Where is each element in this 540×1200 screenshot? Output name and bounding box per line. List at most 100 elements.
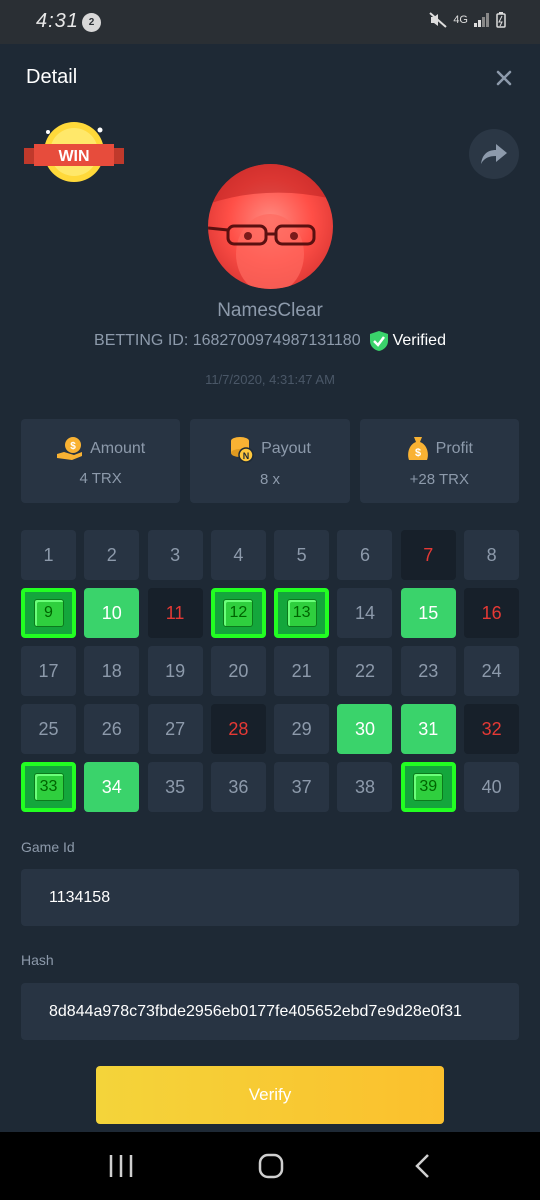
coin-stack-icon: N: [231, 436, 254, 463]
number-cell-22[interactable]: 22: [337, 646, 393, 696]
stat-value: 4 TRX: [79, 469, 122, 487]
betting-info-row: BETTING ID: 1682700974987131180 Verified: [0, 330, 540, 352]
number-cell-21[interactable]: 21: [274, 646, 330, 696]
avatar: [208, 164, 333, 289]
number-cell-5[interactable]: 5: [274, 530, 330, 580]
number-cell-28[interactable]: 28: [210, 704, 266, 754]
username: NamesClear: [217, 300, 323, 321]
number-cell-14[interactable]: 14: [337, 588, 393, 638]
gem-icon: 12: [223, 599, 254, 627]
close-button[interactable]: [490, 64, 518, 92]
status-icons: 4G: [429, 12, 506, 28]
number-cell-31[interactable]: 31: [400, 704, 456, 754]
number-cell-8[interactable]: 8: [464, 530, 520, 580]
gem-icon: 33: [33, 773, 64, 801]
battery-icon: [496, 12, 506, 28]
status-bar: 4:31 2 4G: [0, 0, 540, 44]
number-cell-19[interactable]: 19: [147, 646, 203, 696]
svg-text:$: $: [70, 441, 76, 452]
avatar-photo: [208, 164, 333, 289]
page-title: Detail: [26, 66, 78, 88]
number-cell-39[interactable]: 39: [400, 762, 456, 812]
bet-stats: $ Amount 4 TRX N Payout 8 x $ Profit +28…: [21, 419, 519, 503]
number-cell-32[interactable]: 32: [464, 704, 520, 754]
share-arrow-icon: [481, 144, 507, 164]
recent-apps-icon: [109, 1155, 133, 1177]
verified-shield-icon: [369, 331, 388, 351]
close-icon: [496, 70, 512, 86]
stat-payout: N Payout 8 x: [190, 419, 350, 503]
number-cell-36[interactable]: 36: [210, 762, 266, 812]
number-cell-33[interactable]: 33: [21, 762, 76, 812]
stat-profit: $ Profit +28 TRX: [359, 419, 519, 503]
win-badge: WIN: [20, 118, 128, 190]
gem-icon: 9: [33, 599, 64, 627]
detail-header: Detail: [0, 44, 540, 114]
money-bag-icon: $: [407, 436, 428, 460]
number-cell-13[interactable]: 13: [274, 588, 330, 638]
number-cell-26[interactable]: 26: [84, 704, 140, 754]
number-cell-40[interactable]: 40: [464, 762, 520, 812]
back-button[interactable]: [408, 1152, 438, 1180]
back-icon: [415, 1154, 429, 1178]
number-cell-10[interactable]: 10: [84, 588, 140, 638]
money-hand-icon: $: [57, 436, 83, 460]
number-cell-27[interactable]: 27: [147, 704, 203, 754]
number-cell-38[interactable]: 38: [337, 762, 393, 812]
bet-timestamp: 11/7/2020, 4:31:47 AM: [205, 372, 335, 387]
win-badge-text: WIN: [58, 148, 89, 165]
number-cell-37[interactable]: 37: [274, 762, 330, 812]
number-cell-11[interactable]: 11: [147, 588, 203, 638]
verify-button[interactable]: Verify: [96, 1066, 444, 1124]
number-cell-3[interactable]: 3: [147, 530, 203, 580]
hash-label: Hash: [21, 952, 54, 968]
number-grid: 1 2 3 4 5 6 7 8 9 10 11 12 13 14 15 16 17 18 19 20 21 22 23 24 2…: [21, 530, 520, 812]
number-cell-2[interactable]: 2: [84, 530, 140, 580]
status-time: 4:31: [36, 10, 79, 32]
home-button[interactable]: [256, 1152, 286, 1180]
number-cell-1[interactable]: 1: [21, 530, 76, 580]
number-cell-24[interactable]: 24: [464, 646, 520, 696]
stat-label: Profit: [435, 439, 473, 457]
game-id-label: Game Id: [21, 839, 75, 855]
number-cell-29[interactable]: 29: [274, 704, 330, 754]
recent-apps-button[interactable]: [106, 1152, 136, 1180]
number-cell-34[interactable]: 34: [84, 762, 140, 812]
number-cell-7[interactable]: 7: [400, 530, 456, 580]
stat-value: 8 x: [259, 470, 280, 488]
number-cell-12[interactable]: 12: [210, 588, 266, 638]
svg-text:$: $: [415, 447, 421, 459]
gem-icon: 13: [286, 599, 317, 627]
game-id-field[interactable]: 1134158: [21, 869, 519, 926]
number-cell-20[interactable]: 20: [210, 646, 266, 696]
system-nav-bar: [0, 1132, 540, 1200]
number-cell-25[interactable]: 25: [21, 704, 76, 754]
stat-value: +28 TRX: [409, 470, 469, 488]
betting-id: BETTING ID: 1682700974987131180: [94, 332, 361, 349]
number-cell-15[interactable]: 15: [400, 588, 456, 638]
stat-label: Payout: [261, 439, 311, 457]
gem-icon: 39: [413, 773, 444, 801]
signal-icon: [474, 13, 489, 27]
number-cell-17[interactable]: 17: [21, 646, 76, 696]
stat-label: Amount: [90, 439, 146, 457]
hash-field[interactable]: 8d844a978c73fbde2956eb0177fe405652ebd7e9…: [21, 983, 519, 1040]
mute-icon: [429, 12, 447, 28]
notification-count-badge: 2: [82, 13, 101, 32]
number-cell-4[interactable]: 4: [210, 530, 266, 580]
verified-label: Verified: [392, 332, 446, 349]
win-trophy-icon: WIN: [24, 122, 124, 182]
number-cell-35[interactable]: 35: [147, 762, 203, 812]
share-button[interactable]: [469, 129, 519, 179]
number-cell-9[interactable]: 9: [21, 588, 76, 638]
number-cell-30[interactable]: 30: [337, 704, 393, 754]
number-cell-23[interactable]: 23: [400, 646, 456, 696]
home-icon: [258, 1153, 284, 1179]
svg-text:N: N: [243, 451, 250, 461]
number-cell-18[interactable]: 18: [84, 646, 140, 696]
number-cell-6[interactable]: 6: [337, 530, 393, 580]
verified-status: Verified: [369, 330, 446, 352]
stat-amount: $ Amount 4 TRX: [21, 419, 181, 503]
network-type: 4G: [453, 14, 468, 26]
number-cell-16[interactable]: 16: [464, 588, 520, 638]
